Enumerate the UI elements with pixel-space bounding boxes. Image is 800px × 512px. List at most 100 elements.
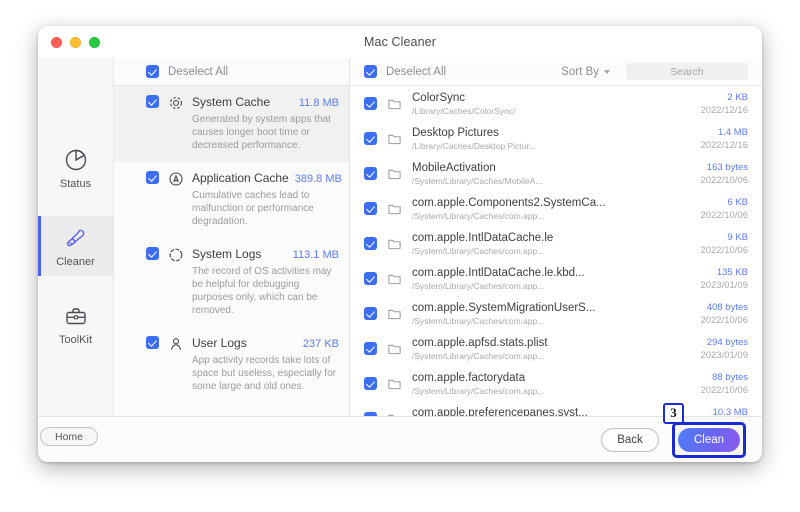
file-row[interactable]: com.apple.apfsd.stats.plist/System/Libra… [350, 331, 762, 366]
file-row-text: com.apple.IntlDataCache.le.kbd.../System… [412, 267, 690, 291]
category-content: System Logs 113.1 MB The record of OS ac… [192, 247, 339, 317]
folder-icon [388, 239, 401, 250]
search-placeholder: Search [670, 65, 704, 78]
file-row-checkbox[interactable] [364, 167, 377, 180]
file-row-meta: 408 bytes 2022/10/06 [690, 302, 748, 326]
file-row-meta: 10.3 MB2022/10/07 [690, 407, 748, 417]
folder-icon [388, 309, 401, 320]
file-size: 6 KB [727, 196, 748, 208]
file-row-meta: 294 bytes 2023/01/09 [690, 337, 748, 361]
sidebar-item-status[interactable]: Status [38, 138, 113, 198]
zoom-button-icon[interactable] [89, 36, 100, 48]
file-row-checkbox[interactable] [364, 272, 377, 285]
file-date: 2022/12/16 [700, 104, 748, 116]
sidebar-item-toolkit[interactable]: ToolKit [38, 294, 113, 354]
file-row[interactable]: com.apple.SystemMigrationUserS.../System… [350, 296, 762, 331]
file-size: 2 KB [727, 91, 748, 103]
file-row-meta: 9 KB 2022/10/06 [690, 232, 748, 256]
category-description: Generated by system apps that causes lon… [192, 114, 331, 151]
file-name: Desktop Pictures [412, 126, 499, 139]
folder-icon [388, 379, 401, 390]
file-row-meta: 6 KB 2022/10/06 [690, 197, 748, 221]
file-date: 2022/12/16 [700, 139, 748, 151]
file-name: com.apple.IntlDataCache.le.kbd... [412, 266, 585, 279]
category-size: 11.8 MB [298, 97, 339, 109]
file-row-checkbox[interactable] [364, 202, 377, 215]
back-button[interactable]: Back [601, 427, 659, 452]
file-path: /System/Library/Caches/com.app... [412, 350, 545, 361]
sort-by-label: Sort By [561, 65, 599, 78]
category-title-line: System Cache 11.8 MB [192, 95, 339, 109]
category-list: System Cache 11.8 MB Generated by system… [114, 86, 349, 416]
category-size: 113.1 MB [292, 249, 339, 261]
file-row[interactable]: MobileActivation/System/Library/Caches/M… [350, 156, 762, 191]
file-row-checkbox[interactable] [364, 97, 377, 110]
window-body: Status Cleaner ToolKit Deselect All Syst… [38, 58, 762, 416]
screenshot-root: Mac Cleaner Status Cleaner ToolKit Desel… [0, 0, 800, 512]
minimize-button-icon[interactable] [70, 36, 81, 48]
file-row-checkbox[interactable] [364, 307, 377, 320]
category-size: 389.8 MB [294, 173, 342, 185]
file-row-checkbox[interactable] [364, 342, 377, 355]
category-deselect-all-label: Deselect All [168, 65, 229, 78]
person-icon [171, 338, 181, 350]
file-row-meta: 1.4 MB 2022/12/16 [690, 127, 748, 151]
file-name: MobileActivation [412, 161, 496, 174]
category-checkbox[interactable] [146, 336, 159, 349]
category-checkbox[interactable] [146, 171, 159, 184]
category-row-system-cache[interactable]: System Cache 11.8 MB Generated by system… [114, 86, 349, 162]
clean-button-highlight: 3 Clean [663, 402, 746, 458]
file-row-checkbox[interactable] [364, 412, 377, 416]
file-row-checkbox[interactable] [364, 237, 377, 250]
file-row[interactable]: com.apple.IntlDataCache.le.kbd.../System… [350, 261, 762, 296]
category-checkbox[interactable] [146, 247, 159, 260]
file-row-text: Desktop Pictures/Library/Caches/Desktop … [412, 127, 690, 151]
category-panel: Deselect All System Cache 11.8 MB Genera… [114, 58, 350, 416]
file-name: com.apple.preferencepanes.syst... [412, 406, 588, 417]
file-list[interactable]: ColorSync/Library/Caches/ColorSync/2 KB 2… [350, 86, 762, 416]
sidebar-item-toolkit-label: ToolKit [58, 333, 93, 346]
file-date: 2022/10/06 [700, 244, 748, 256]
category-row-system-logs[interactable]: System Logs 113.1 MB The record of OS ac… [114, 238, 349, 327]
window-title: Mac Cleaner [364, 35, 436, 49]
close-button-icon[interactable] [51, 36, 62, 48]
file-row[interactable]: ColorSync/Library/Caches/ColorSync/2 KB 2… [350, 86, 762, 121]
file-name: com.apple.SystemMigrationUserS... [412, 301, 596, 314]
category-deselect-all-row[interactable]: Deselect All [114, 58, 349, 86]
file-row-checkbox[interactable] [364, 377, 377, 390]
step-badge-3: 3 [663, 402, 684, 424]
category-name: User Logs [192, 336, 247, 350]
file-name: ColorSync [412, 91, 466, 104]
sidebar-item-cleaner-label: Cleaner [56, 255, 95, 268]
folder-icon [388, 274, 401, 285]
sidebar-item-cleaner[interactable]: Cleaner [38, 216, 113, 276]
clean-button[interactable]: Clean [678, 427, 740, 452]
file-size: 408 bytes [706, 301, 748, 313]
folder-icon [388, 99, 401, 110]
category-description: Cumulative caches lead to malfunction or… [192, 190, 314, 227]
footer-actions: Back 3 Clean [114, 402, 746, 458]
search-input[interactable]: Search [626, 63, 748, 80]
file-row[interactable]: Desktop Pictures/Library/Caches/Desktop … [350, 121, 762, 156]
category-row-user-logs[interactable]: User Logs 237 KB App activity records ta… [114, 327, 349, 403]
category-deselect-all-checkbox[interactable] [146, 65, 159, 78]
file-row-text: com.apple.SystemMigrationUserS.../System… [412, 302, 690, 326]
file-row[interactable]: com.apple.preferencepanes.syst.../System… [350, 401, 762, 416]
toolbox-icon [65, 307, 86, 324]
file-row-checkbox[interactable] [364, 132, 377, 145]
category-description: The record of OS activities may be helpf… [192, 266, 332, 316]
file-row-text: ColorSync/Library/Caches/ColorSync/ [412, 92, 690, 116]
file-path: /Library/Caches/ColorSync/ [412, 105, 516, 116]
home-button[interactable]: Home [40, 427, 98, 446]
sort-by-dropdown[interactable]: Sort By [561, 66, 610, 78]
file-deselect-all-checkbox[interactable] [364, 65, 377, 78]
file-row[interactable]: com.apple.factorydata/System/Library/Cac… [350, 366, 762, 401]
category-content: System Cache 11.8 MB Generated by system… [192, 95, 339, 152]
gear-icon [170, 97, 182, 109]
category-checkbox[interactable] [146, 95, 159, 108]
file-row[interactable]: com.apple.IntlDataCache.le/System/Librar… [350, 226, 762, 261]
file-row[interactable]: com.apple.Components2.SystemCa.../System… [350, 191, 762, 226]
file-date: 2022/10/06 [700, 174, 748, 186]
category-row-application-cache[interactable]: Application Cache 389.8 MB Cumulative ca… [114, 162, 349, 238]
file-path: /System/Library/Caches/com.app... [412, 385, 545, 396]
